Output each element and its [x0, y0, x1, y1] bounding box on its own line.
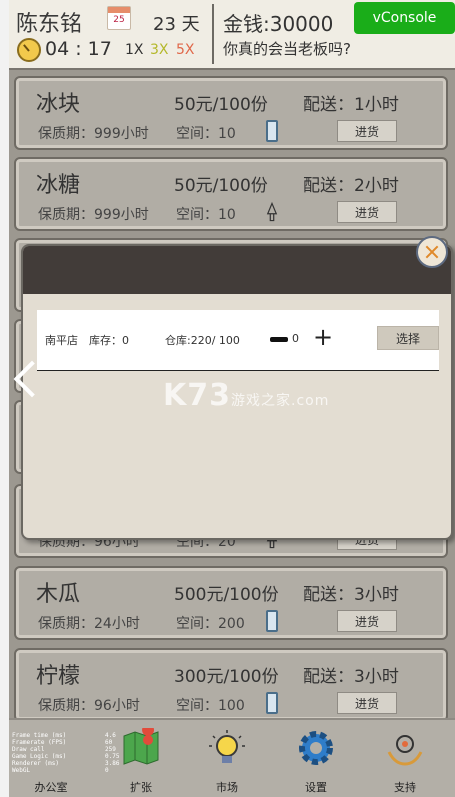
money-display: 金钱:30000	[223, 12, 334, 36]
perf-row: Renderer (ms) 3.86	[12, 760, 122, 767]
ice-cube-icon	[266, 610, 278, 632]
bottom-nav: 办公室 扩张 市场 设置 支持 Frame time (ms) 4.6 Frame…	[9, 718, 455, 797]
gear-icon	[299, 731, 333, 765]
header-divider	[212, 4, 214, 64]
product-delivery: 配送：3小时	[303, 585, 399, 605]
player-name: 陈东铭	[16, 12, 83, 37]
product-delivery: 配送：3小时	[303, 667, 399, 687]
perf-label: Game Logic (ms)	[12, 753, 67, 760]
nav-label: 办公室	[34, 781, 68, 794]
ice-cube-icon	[266, 692, 278, 714]
product-space: 空间：200	[176, 616, 245, 632]
rocket-sugar-icon	[266, 201, 278, 222]
product-card: 木瓜 500元/100份 配送：3小时 保质期：24小时 空间：200 进货	[14, 566, 448, 640]
watermark-tagline: 游戏之家	[231, 393, 291, 409]
perf-label: Draw call	[12, 746, 45, 753]
product-price: 50元/100份	[174, 176, 268, 196]
perf-value: 60	[105, 739, 113, 746]
perf-row: WebGL 0	[12, 767, 122, 774]
lightbulb-icon	[209, 730, 245, 763]
watermark-domain: .com	[291, 393, 330, 409]
nav-label: 支持	[394, 781, 416, 794]
product-delivery: 配送：1小时	[303, 95, 399, 115]
game-screen: 陈东铭 25 23 天 04 : 17 1X 3X 5X 金钱:30000 你真…	[9, 0, 455, 797]
store-row: 南平店 库存：0 仓库:220/ 100 0 + 选择	[37, 310, 439, 371]
restock-button[interactable]: 进货	[337, 610, 397, 632]
increase-button[interactable]: +	[313, 325, 333, 349]
map-icon	[123, 728, 159, 765]
product-shelf-life: 保质期：96小时	[38, 698, 140, 714]
product-space: 空间：10	[176, 207, 236, 223]
close-icon[interactable]	[416, 236, 448, 268]
perf-value: 0.75	[105, 753, 120, 760]
speed-5x-button[interactable]: 5X	[176, 42, 195, 58]
perf-value: 4.6	[105, 732, 116, 739]
watermark: K73游戏之家.com	[163, 378, 329, 413]
perf-value: 3.86	[105, 760, 120, 767]
product-space: 空间：10	[176, 126, 236, 142]
product-shelf-life: 保质期：999小时	[38, 207, 149, 223]
nav-label: 市场	[216, 781, 238, 794]
restock-button[interactable]: 进货	[337, 120, 397, 142]
perf-row: Framerate (FPS) 60	[12, 739, 122, 746]
calendar-icon: 25	[107, 6, 131, 30]
product-name: 木瓜	[36, 582, 81, 607]
perf-row: Frame time (ms) 4.6	[12, 732, 122, 739]
perf-value: 259	[105, 746, 116, 753]
select-button[interactable]: 选择	[377, 326, 439, 350]
product-shelf-life: 保质期：999小时	[38, 126, 149, 142]
support-icon	[387, 735, 423, 766]
restock-button[interactable]: 进货	[337, 692, 397, 714]
perf-row: Game Logic (ms) 0.75	[12, 753, 122, 760]
product-delivery: 配送：2小时	[303, 176, 399, 196]
tagline: 你真的会当老板吗?	[223, 40, 351, 58]
day-counter: 23 天	[153, 14, 200, 35]
store-name: 南平店	[45, 334, 78, 347]
perf-value: 0	[105, 767, 109, 774]
product-card: 冰块 50元/100份 配送：1小时 保质期：999小时 空间：10 进货	[14, 76, 448, 150]
product-name: 冰糖	[36, 173, 81, 198]
nav-label: 扩张	[130, 781, 152, 794]
product-price: 50元/100份	[174, 95, 268, 115]
product-space: 空间：100	[176, 698, 245, 714]
speed-3x-button[interactable]: 3X	[150, 42, 169, 58]
status-header: 陈东铭 25 23 天 04 : 17 1X 3X 5X 金钱:30000 你真…	[9, 0, 455, 70]
dialog-title-bar	[23, 246, 451, 294]
speed-1x-button[interactable]: 1X	[125, 42, 144, 58]
product-price: 500元/100份	[174, 585, 279, 605]
product-shelf-life: 保质期：24小时	[38, 616, 140, 632]
perf-row: Draw call 259	[12, 746, 122, 753]
product-name: 冰块	[36, 92, 81, 117]
watermark-brand: K73	[163, 378, 231, 413]
perf-label: WebGL	[12, 767, 31, 774]
nav-support[interactable]: 支持	[365, 724, 445, 794]
game-time: 04 : 17	[45, 38, 112, 60]
restock-button[interactable]: 进货	[337, 201, 397, 223]
product-name: 柠檬	[36, 664, 81, 689]
product-price: 300元/100份	[174, 667, 279, 687]
nav-market[interactable]: 市场	[187, 724, 267, 794]
clock-icon	[17, 38, 41, 62]
product-card: 柠檬 300元/100份 配送：3小时 保质期：96小时 空间：100 进货	[14, 648, 448, 722]
ice-cube-icon	[266, 120, 278, 142]
perf-label: Renderer (ms)	[12, 760, 59, 767]
quantity-value: 0	[292, 332, 299, 345]
perf-stats: Frame time (ms) 4.6 Framerate (FPS) 60 Dra…	[12, 732, 122, 774]
store-stock: 库存：0	[89, 334, 129, 347]
decrease-button[interactable]	[270, 337, 288, 342]
perf-label: Framerate (FPS)	[12, 739, 67, 746]
perf-label: Frame time (ms)	[12, 732, 67, 739]
nav-label: 设置	[305, 781, 327, 794]
warehouse-capacity: 仓库:220/ 100	[165, 334, 240, 347]
nav-settings[interactable]: 设置	[276, 724, 356, 794]
product-card: 冰糖 50元/100份 配送：2小时 保质期：999小时 空间：10 进货	[14, 157, 448, 231]
vconsole-button[interactable]: vConsole	[354, 2, 455, 34]
